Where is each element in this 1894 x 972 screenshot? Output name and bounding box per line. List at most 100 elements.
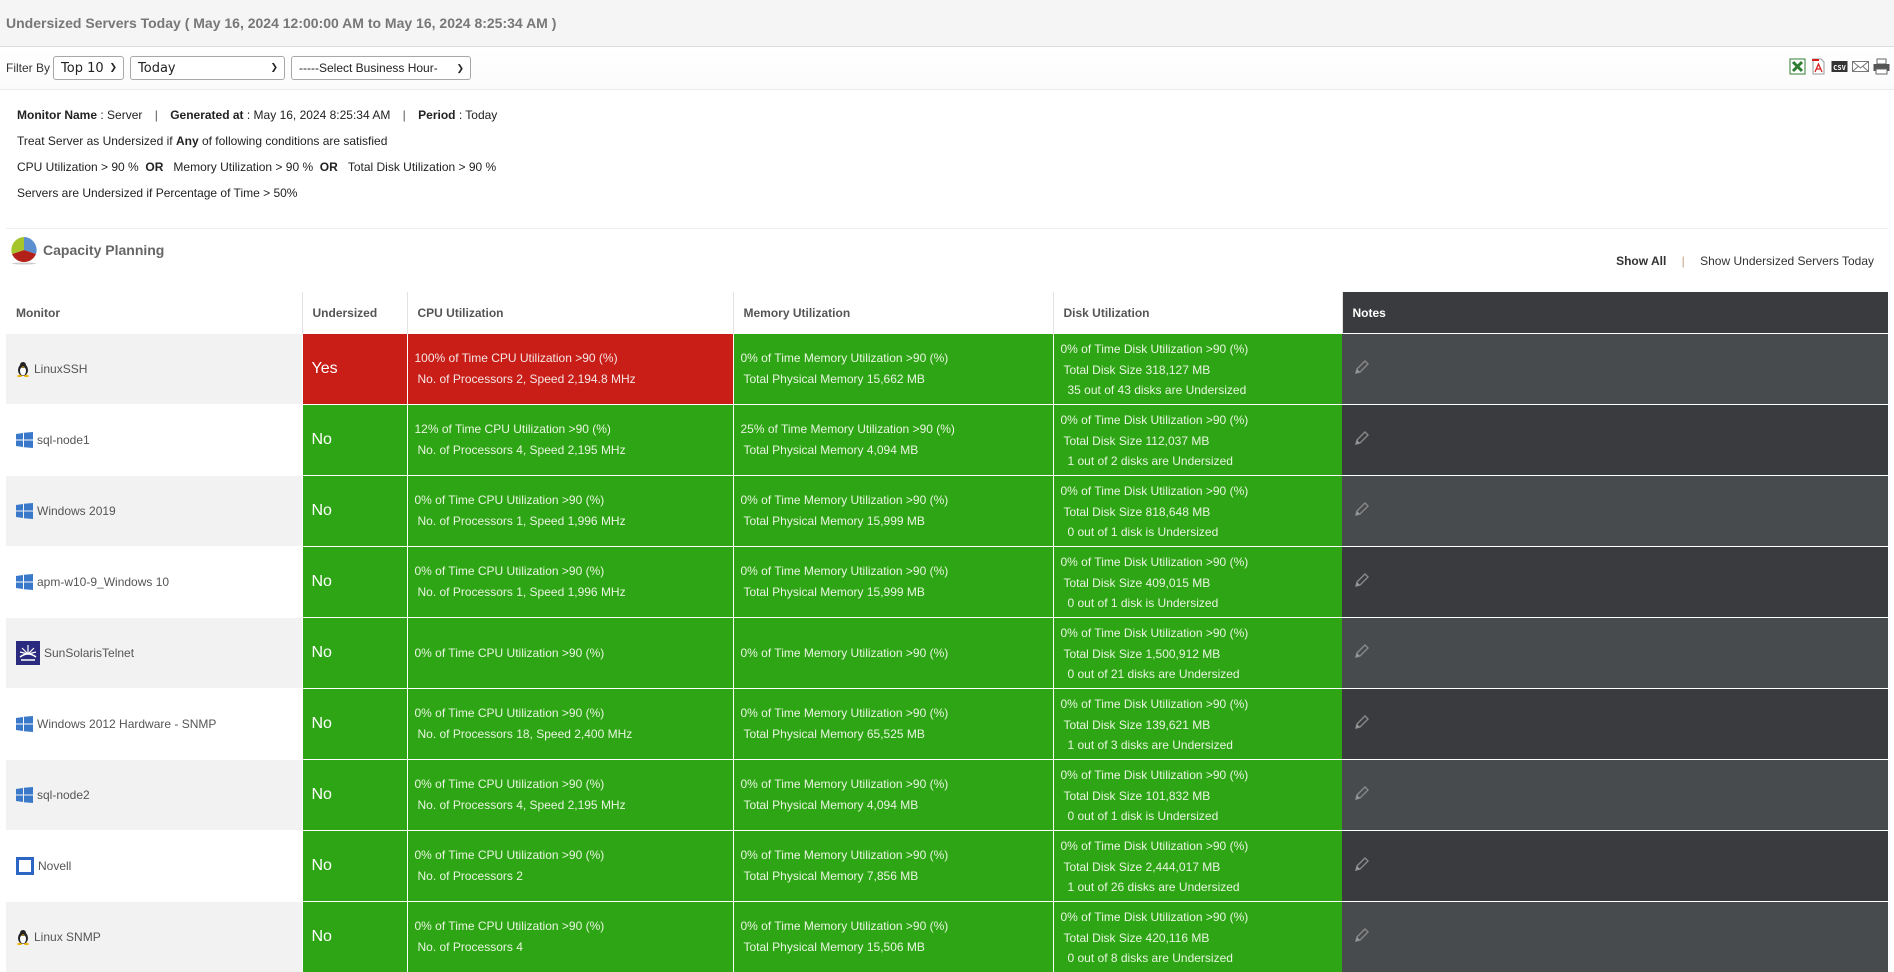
notes-cell [1342,334,1888,405]
notes-cell [1342,618,1888,689]
edit-note-icon[interactable] [1354,430,1370,451]
edit-note-icon[interactable] [1354,856,1370,877]
monitor-link[interactable]: Windows 2019 [37,504,116,518]
notes-cell [1342,831,1888,902]
memory-details: Total Physical Memory 4,094 MB [741,795,1053,816]
table-row: SunSolarisTelnet No 0% of Time CPU Utiliza… [6,618,1888,689]
chevron-down-icon: ❯ [109,63,117,73]
monitor-link[interactable]: sql-node2 [37,788,90,802]
table-row: Linux SNMPNo0% of Time CPU Utilization >… [6,902,1888,972]
condition-disk: Total Disk Utilization > 90 % [348,160,496,174]
edit-note-icon[interactable] [1354,785,1370,806]
undersized-status: No [302,760,407,831]
disk-size: Total Disk Size 420,116 MB [1061,928,1343,949]
windows-icon [16,503,33,519]
monitor-cell: SunSolarisTelnet [6,618,302,689]
windows-icon [16,716,33,732]
monitor-cell: Windows 2012 Hardware - SNMP [6,689,302,760]
notes-cell [1342,902,1888,972]
disk-size: Total Disk Size 2,444,017 MB [1061,857,1343,878]
monitor-link[interactable]: Linux SNMP [34,930,101,944]
export-toolbar: CSV [1789,58,1890,75]
monitor-link[interactable]: apm-w10-9_Windows 10 [37,575,169,589]
memory-time-pct: 0% of Time Memory Utilization >90 (%) [741,643,1053,664]
memory-time-pct: 0% of Time Memory Utilization >90 (%) [741,490,1053,511]
section-title-text: Capacity Planning [43,242,164,258]
top-n-value: Top 10 [61,61,104,76]
col-memory[interactable]: Memory Utilization [733,292,1053,334]
disk-cell: 0% of Time Disk Utilization >90 (%)Total… [1053,334,1342,405]
condition-memory: Memory Utilization > 90 % [173,160,313,174]
period-select[interactable]: Today ❯ [130,56,285,80]
capacity-table: Monitor Undersized CPU Utilization Memor… [6,292,1888,972]
cpu-time-pct: 0% of Time CPU Utilization >90 (%) [415,774,733,795]
edit-note-icon[interactable] [1354,927,1370,948]
undersized-status: No [302,547,407,618]
monitor-name-label: Monitor Name [17,108,97,122]
cpu-details: No. of Processors 2 [415,866,733,887]
edit-note-icon[interactable] [1354,572,1370,593]
cpu-time-pct: 0% of Time CPU Utilization >90 (%) [415,643,733,664]
disk-size: Total Disk Size 112,037 MB [1061,431,1343,452]
svg-text:CSV: CSV [1833,64,1846,72]
capacity-planning-bar: Capacity Planning Show All | Show Unders… [6,229,1888,291]
disk-undersized-count: 1 out of 26 disks are Undersized [1061,878,1343,896]
monitor-link[interactable]: sql-node1 [37,433,90,447]
edit-note-icon[interactable] [1354,501,1370,522]
windows-icon [16,574,33,590]
report-meta: Monitor Name : Server | Generated at : M… [17,102,1888,128]
csv-icon[interactable]: CSV [1831,58,1848,75]
col-undersized[interactable]: Undersized [302,292,407,334]
memory-time-pct: 0% of Time Memory Utilization >90 (%) [741,774,1053,795]
cpu-cell: 0% of Time CPU Utilization >90 (%)No. of… [407,831,733,902]
table-row: sql-node2No0% of Time CPU Utilization >9… [6,760,1888,831]
disk-time-pct: 0% of Time Disk Utilization >90 (%) [1061,836,1343,857]
memory-time-pct: 0% of Time Memory Utilization >90 (%) [741,703,1053,724]
business-hour-select[interactable]: -----Select Business Hour- ❯ [291,56,471,80]
chevron-down-icon: ❯ [270,63,278,73]
disk-undersized-count: 1 out of 3 disks are Undersized [1061,736,1343,754]
disk-undersized-count: 1 out of 2 disks are Undersized [1061,452,1343,470]
monitor-link[interactable]: Novell [38,859,71,873]
monitor-cell: LinuxSSH [6,334,302,405]
period-value: Today [138,61,176,76]
undersized-status: No [302,405,407,476]
undersized-status: No [302,618,407,689]
pie-chart-icon [9,235,39,265]
top-n-select[interactable]: Top 10 ❯ [53,56,124,80]
memory-time-pct: 25% of Time Memory Utilization >90 (%) [741,419,1053,440]
cpu-cell: 0% of Time CPU Utilization >90 (%)No. of… [407,760,733,831]
col-cpu[interactable]: CPU Utilization [407,292,733,334]
monitor-link[interactable]: SunSolarisTelnet [44,646,134,660]
edit-note-icon[interactable] [1354,643,1370,664]
business-hour-value: -----Select Business Hour- [299,61,438,75]
edit-note-icon[interactable] [1354,714,1370,735]
monitor-link[interactable]: LinuxSSH [34,362,87,376]
print-icon[interactable] [1873,58,1890,75]
disk-undersized-count: 0 out of 21 disks are Undersized [1061,665,1343,683]
monitor-link[interactable]: Windows 2012 Hardware - SNMP [37,717,216,731]
cpu-details: No. of Processors 4, Speed 2,195 MHz [415,440,733,461]
linux-icon [16,929,30,945]
email-icon[interactable] [1852,58,1869,75]
cpu-cell: 100% of Time CPU Utilization >90 (%)No. … [407,334,733,405]
col-monitor[interactable]: Monitor [6,292,302,334]
excel-icon[interactable] [1789,58,1806,75]
monitor-cell: apm-w10-9_Windows 10 [6,547,302,618]
period-value-text: : Today [459,108,497,122]
col-notes: Notes [1342,292,1888,334]
table-row: Windows 2012 Hardware - SNMPNo0% of Time… [6,689,1888,760]
disk-size: Total Disk Size 101,832 MB [1061,786,1343,807]
col-disk[interactable]: Disk Utilization [1053,292,1342,334]
disk-undersized-count: 0 out of 1 disk is Undersized [1061,807,1343,825]
edit-note-icon[interactable] [1354,359,1370,380]
pdf-icon[interactable] [1810,58,1827,75]
show-undersized-link[interactable]: Show Undersized Servers Today [1700,254,1874,268]
notes-cell [1342,547,1888,618]
undersized-rule: Treat Server as Undersized if Any of fol… [17,128,1888,154]
cpu-details: No. of Processors 1, Speed 1,996 MHz [415,511,733,532]
report-info: Monitor Name : Server | Generated at : M… [6,90,1888,229]
show-all-link[interactable]: Show All [1616,254,1666,268]
cpu-details: No. of Processors 2, Speed 2,194.8 MHz [415,369,733,390]
cpu-cell: 0% of Time CPU Utilization >90 (%) [407,618,733,689]
